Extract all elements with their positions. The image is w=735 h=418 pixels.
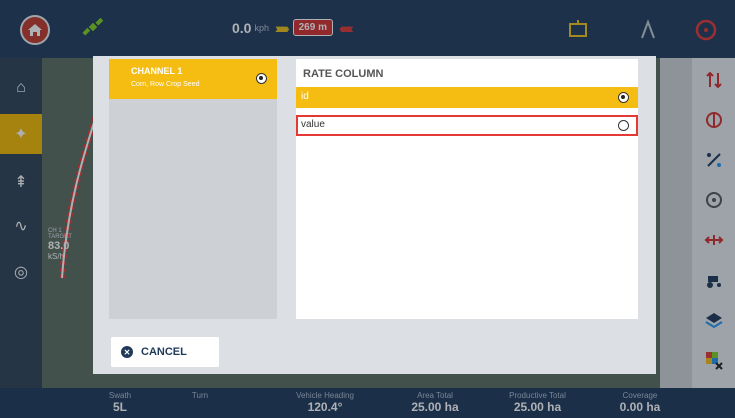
implement-icon[interactable] [566,18,590,42]
speed-readout: 0.0 kph ››››››› 269 m ‹‹‹‹‹‹‹ [232,19,354,36]
cancel-button[interactable]: ✕ CANCEL [111,337,219,367]
target-rate-box: CH 1 TARGET 83.0 kS/h [48,228,93,283]
rate-column-title: RATE COLUMN [303,68,384,80]
field-icon: ⇞ [14,174,28,191]
stat-vehicle-heading: Vehicle Heading 120.4° [285,391,365,414]
rate-tool[interactable] [692,140,735,180]
home-button[interactable] [20,15,50,45]
screen: CH 1 TARGET 83.0 kS/h 0.0 kph ››››››› 26… [0,0,735,418]
channel-list: CHANNEL 1 Corn, Row Crop Seed [109,59,277,319]
runner-icon: ✦ [14,126,28,143]
speed-unit: kph [254,22,269,33]
rate-option-label: id [301,91,309,102]
prescription-tool[interactable] [692,340,735,380]
stat-coverage: Coverage 0.00 ha [610,391,670,414]
layers-tool[interactable] [692,300,735,340]
channel-radio[interactable] [256,73,267,84]
width-tool[interactable] [692,220,735,260]
steering-wheel-icon[interactable] [694,18,718,42]
rate-option-radio[interactable] [618,120,629,131]
stat-label: Turn [191,391,209,400]
house-icon: ⌂ [16,79,26,96]
rate-column-panel: RATE COLUMN id value [296,59,638,319]
field-nav-item[interactable]: ⇞ [0,162,42,202]
rate-option-label: value [301,119,325,130]
stat-label: Vehicle Heading [296,391,354,400]
stat-label: Productive Total [509,391,566,400]
satellite-icon[interactable] [80,14,106,40]
channel-subtitle: Corn, Row Crop Seed [131,81,200,88]
distance-badge: 269 m [292,19,333,36]
target-unit: kS/h [48,252,65,261]
tractor-icon [706,276,721,288]
steering-icon [705,192,722,208]
prescription-map-icon [705,352,723,370]
section-control-icon [705,112,722,128]
stat-turn: Turn [180,391,220,400]
channel-list-item[interactable]: CHANNEL 1 Corn, Row Crop Seed [109,59,277,99]
channel-title: CHANNEL 1 [131,66,183,76]
speed-value: 0.0 [232,19,252,36]
stat-value: 25.00 ha [513,400,562,414]
home-nav-item[interactable]: ⌂ [0,68,42,108]
chevrons-left-icon: ‹‹‹‹‹‹‹ [338,19,354,36]
stat-swath: Swath 5L [100,391,140,414]
stat-productive-total: Productive Total 25.00 ha [495,391,580,414]
close-icon: ✕ [121,346,133,358]
home-icon [28,24,42,36]
rate-option-value[interactable]: value [296,115,638,136]
settings-nav-item[interactable]: ◎ [0,252,42,292]
stat-value: 5L [112,400,127,414]
stat-value: 120.4° [307,400,343,414]
percent-icon [706,153,721,167]
dial-icon: ◎ [14,264,28,281]
section-control-tool[interactable] [692,100,735,140]
chevrons-right-icon: ››››››› [274,19,290,36]
right-sidebar [692,58,735,388]
run-nav-item[interactable]: ✦ [0,114,42,154]
width-arrows-icon [704,235,723,245]
left-sidebar: ⌂ ✦ ⇞ ∿ ◎ [0,58,42,388]
status-bar: Swath 5L Turn Vehicle Heading 120.4° Are… [0,388,735,418]
pulse-icon: ∿ [14,218,28,235]
swap-tool[interactable] [692,60,735,100]
layers-icon [704,313,723,329]
stat-label: Coverage [622,391,658,400]
target-value: 83.0 [48,240,70,252]
top-bar: 0.0 kph ››››››› 269 m ‹‹‹‹‹‹‹ [0,0,735,58]
swap-arrows-icon [705,71,722,89]
stat-value: 25.00 ha [411,400,459,414]
steering-tool[interactable] [692,180,735,220]
guidance-icon[interactable] [636,18,660,42]
rate-column-dialog: CHANNEL 1 Corn, Row Crop Seed RATE COLUM… [93,56,656,374]
map-grid-strip [660,58,692,388]
tractor-tool[interactable] [692,260,735,300]
stat-label: Area Total [417,391,453,400]
stat-label: Swath [108,391,132,400]
cancel-label: CANCEL [141,346,187,358]
rate-option-id[interactable]: id [296,87,638,108]
stat-area-total: Area Total 25.00 ha [400,391,470,414]
stat-value: 0.00 ha [619,400,661,414]
diagnostics-nav-item[interactable]: ∿ [0,206,42,246]
rate-option-radio[interactable] [618,92,629,103]
